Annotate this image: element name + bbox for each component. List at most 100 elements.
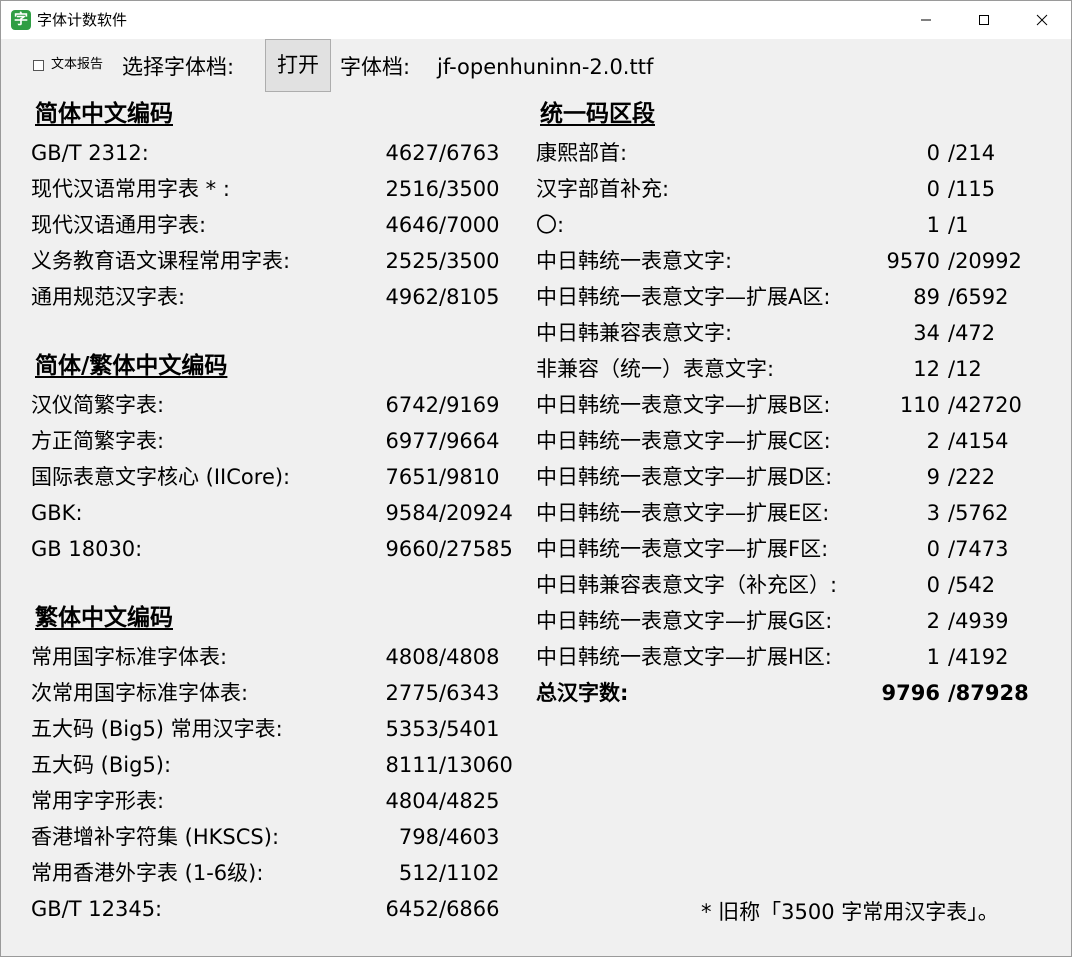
row-total: /3500 [439, 249, 500, 273]
count-row: 康熙部首: 0/214 [536, 139, 1036, 175]
count-row: 中日韩统一表意文字—扩展A区: 89/6592 [536, 283, 1036, 319]
row-count: 5353 [385, 717, 439, 741]
row-count: 4962 [385, 285, 439, 309]
count-row: 中日韩统一表意文字: 9570/20992 [536, 247, 1036, 283]
row-count: 89 [913, 285, 940, 309]
count-row: 香港增补字符集 (HKSCS): 798/4603 [31, 823, 531, 859]
count-row: GB/T 2312: 4627/6763 [31, 139, 531, 175]
maximize-button[interactable] [955, 1, 1013, 39]
row-label: GB/T 2312: [31, 141, 149, 165]
row-label: 中日韩统一表意文字—扩展B区: [536, 393, 831, 417]
row-count: 798 [398, 825, 439, 849]
row-count: 3 [926, 501, 940, 525]
row-count: 110 [899, 393, 940, 417]
row-total: /27585 [439, 537, 513, 561]
row-total: /472 [948, 321, 996, 345]
count-row: 中日韩统一表意文字—扩展D区: 9/222 [536, 463, 1036, 499]
row-total: /542 [948, 573, 996, 597]
row-label: 中日韩统一表意文字—扩展C区: [536, 429, 831, 453]
row-count: 7651 [385, 465, 439, 489]
count-row: 中日韩统一表意文字—扩展B区: 110/42720 [536, 391, 1036, 427]
row-count: 9660 [385, 537, 439, 561]
row-count: 9 [926, 465, 940, 489]
minimize-button[interactable] [897, 1, 955, 39]
count-row: 〇: 1/1 [536, 211, 1036, 247]
row-count: 0 [926, 537, 940, 561]
row-label: 中日韩统一表意文字—扩展H区: [536, 645, 832, 669]
row-label: 中日韩兼容表意文字（补充区）: [536, 573, 838, 597]
row-count: 0 [926, 177, 940, 201]
row-count: 2 [926, 429, 940, 453]
grand-total-row: 总汉字数: 9796 /87928 [536, 679, 1036, 715]
row-total: /9664 [439, 429, 500, 453]
row-label: 〇: [536, 213, 565, 237]
count-row: 中日韩统一表意文字—扩展E区: 3/5762 [536, 499, 1036, 535]
row-label: 现代汉语通用字表: [31, 213, 207, 237]
row-total: /9810 [439, 465, 500, 489]
row-total: /4939 [948, 609, 1009, 633]
row-count: 0 [926, 573, 940, 597]
row-count: 4808 [385, 645, 439, 669]
row-count: 512 [398, 861, 439, 885]
row-label: 通用规范汉字表: [31, 285, 186, 309]
row-count: 6452 [385, 897, 439, 921]
count-row: 中日韩统一表意文字—扩展C区: 2/4154 [536, 427, 1036, 463]
count-row: 常用国字标准字体表: 4808/4808 [31, 643, 531, 679]
grand-total-count: 9796 [881, 681, 940, 705]
grand-total-label: 总汉字数: [536, 681, 629, 705]
count-row: 中日韩兼容表意文字（补充区）: 0/542 [536, 571, 1036, 607]
row-count: 4646 [385, 213, 439, 237]
row-label: 国际表意文字核心 (IICore): [31, 465, 291, 489]
count-row: 国际表意文字核心 (IICore): 7651/9810 [31, 463, 531, 499]
row-total: /3500 [439, 177, 500, 201]
count-row: 常用字字形表: 4804/4825 [31, 787, 531, 823]
count-row: 汉字部首补充: 0/115 [536, 175, 1036, 211]
report-checkbox[interactable] [33, 60, 44, 71]
minimize-icon [921, 19, 931, 21]
row-total: /20992 [948, 249, 1022, 273]
open-button[interactable]: 打开 [265, 39, 331, 92]
section-title-simplified: 简体中文编码 [35, 101, 173, 127]
row-label: 五大码 (Big5): [31, 753, 172, 777]
row-total: /6343 [439, 681, 500, 705]
row-label: 中日韩兼容表意文字: [536, 321, 733, 345]
count-row: 中日韩统一表意文字—扩展G区: 2/4939 [536, 607, 1036, 643]
row-count: 6742 [385, 393, 439, 417]
count-row: 义务教育语文课程常用字表: 2525/3500 [31, 247, 531, 283]
row-total: /4808 [439, 645, 500, 669]
footnote: * 旧称「3500 字常用汉字表」。 [701, 900, 999, 924]
count-row: 现代汉语常用字表 * : 2516/3500 [31, 175, 531, 211]
row-label: 中日韩统一表意文字—扩展F区: [536, 537, 829, 561]
close-button[interactable] [1013, 1, 1071, 39]
row-label: 现代汉语常用字表 * : [31, 177, 230, 201]
row-total: /5762 [948, 501, 1009, 525]
count-row: 五大码 (Big5): 8111/13060 [31, 751, 531, 787]
section-title-mixed: 简体/繁体中文编码 [35, 353, 228, 379]
row-count: 4627 [385, 141, 439, 165]
close-icon [1036, 14, 1048, 26]
count-row: GB 18030: 9660/27585 [31, 535, 531, 571]
maximize-icon [979, 15, 989, 25]
count-row: 方正简繁字表: 6977/9664 [31, 427, 531, 463]
row-label: GB/T 12345: [31, 897, 163, 921]
select-font-label: 选择字体档: [122, 55, 235, 79]
row-total: /42720 [948, 393, 1022, 417]
font-file-name: jf-openhuninn-2.0.ttf [437, 55, 654, 79]
row-count: 9584 [385, 501, 439, 525]
row-label: 方正简繁字表: [31, 429, 165, 453]
grand-total-max: /87928 [948, 681, 1029, 705]
report-checkbox-label[interactable]: 文本报告 [51, 56, 103, 74]
row-label: 康熙部首: [536, 141, 628, 165]
app-icon: 字 [11, 10, 31, 30]
title-bar[interactable]: 字 字体计数软件 [1, 1, 1071, 39]
row-total: /1 [948, 213, 969, 237]
row-count: 1 [926, 645, 940, 669]
row-label: 常用国字标准字体表: [31, 645, 228, 669]
count-row: 五大码 (Big5) 常用汉字表: 5353/5401 [31, 715, 531, 751]
count-row: 次常用国字标准字体表: 2775/6343 [31, 679, 531, 715]
row-label: GB 18030: [31, 537, 143, 561]
row-label: 中日韩统一表意文字—扩展E区: [536, 501, 830, 525]
row-total: /7000 [439, 213, 500, 237]
row-total: /5401 [439, 717, 500, 741]
row-label: 常用字字形表: [31, 789, 165, 813]
